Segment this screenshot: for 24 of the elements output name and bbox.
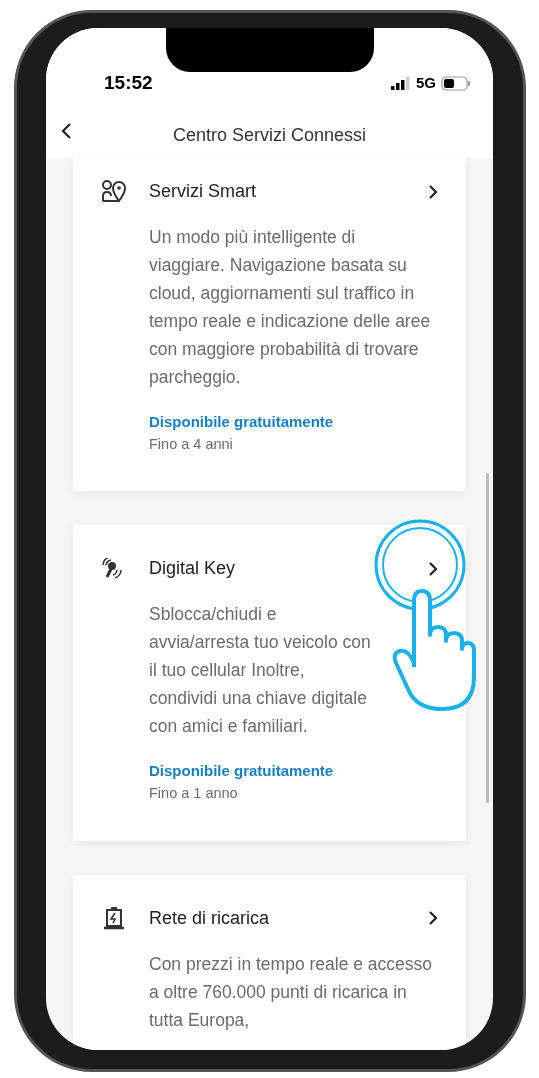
person-pin-icon bbox=[101, 178, 127, 205]
chevron-right-icon[interactable] bbox=[428, 560, 438, 577]
signal-icon bbox=[391, 76, 411, 90]
service-description: Con prezzi in tempo reale e accesso a oltre 760.000 punti di ricarica in tutta Europa, bbox=[149, 952, 434, 1032]
service-description: Sblocca/chiudi e avvia/arresta tuo veicolo con il tuo cellular Inoltre, condividi una chiave digitale con amici e familiari. bbox=[149, 603, 372, 739]
service-title: Rete di ricarica bbox=[149, 906, 271, 930]
network-label: 5G bbox=[416, 73, 436, 93]
back-icon[interactable] bbox=[60, 122, 72, 140]
duration-label: Fino a 4 anni bbox=[149, 434, 234, 454]
service-card[interactable]: Digital Key Sblocca/chiudi e avvia/arresta tuo veicolo con il tuo cellular Inoltre, condividi una chiave digitale con amici e familiari. Disponibile gratuitamente Fino a 1 anno bbox=[73, 525, 466, 841]
chevron-right-icon[interactable] bbox=[428, 910, 438, 926]
service-card[interactable] bbox=[73, 158, 466, 492]
service-title: Servizi Smart bbox=[149, 180, 257, 203]
service-description: Un modo più intelligente di viaggiare. Navigazione basata su cloud, aggiornamenti sul traffico in tempo reale e indicazione delle aree con maggiore probabilità di trovare parcheggio. bbox=[149, 226, 432, 389]
service-title: Digital Key bbox=[149, 557, 237, 581]
status-time: 15:52 bbox=[104, 71, 153, 95]
availability-label: Disponibile gratuitamente bbox=[149, 761, 335, 782]
screen-title: Centro Servizi Connessi bbox=[171, 124, 368, 147]
service-card[interactable]: Rete di ricarica Con prezzi in tempo reale e accesso a oltre 760.000 punti di ricarica in tutta Europa, bbox=[73, 874, 466, 1050]
battery-icon bbox=[441, 75, 471, 91]
availability-label: Disponibile gratuitamente bbox=[149, 412, 335, 432]
charging-station-icon bbox=[104, 906, 124, 930]
chevron-right-icon[interactable] bbox=[428, 183, 438, 200]
duration-label: Fino a 1 anno bbox=[149, 783, 239, 803]
